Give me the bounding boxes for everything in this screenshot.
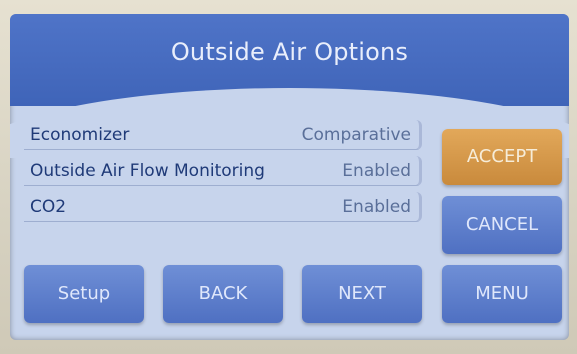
accept-button-label: ACCEPT (466, 146, 538, 167)
back-button[interactable]: BACK (163, 265, 283, 323)
touch-screen: Outside Air Options Economizer Comparati… (10, 14, 569, 340)
device-bezel: Outside Air Options Economizer Comparati… (0, 0, 577, 354)
option-value: Comparative (301, 125, 411, 145)
page-title: Outside Air Options (170, 38, 409, 66)
option-row-economizer[interactable]: Economizer Comparative (24, 120, 422, 150)
option-row-outside-air-flow-monitoring[interactable]: Outside Air Flow Monitoring Enabled (24, 156, 422, 186)
option-label: CO2 (30, 197, 67, 217)
option-label: Economizer (30, 125, 130, 145)
setup-button[interactable]: Setup (24, 265, 144, 323)
option-row-co2[interactable]: CO2 Enabled (24, 192, 422, 222)
next-button[interactable]: NEXT (302, 265, 422, 323)
setup-button-label: Setup (57, 283, 111, 304)
back-button-label: BACK (198, 283, 248, 304)
menu-button[interactable]: MENU (442, 265, 562, 323)
cancel-button[interactable]: CANCEL (442, 196, 562, 254)
option-label: Outside Air Flow Monitoring (30, 161, 265, 181)
cancel-button-label: CANCEL (465, 214, 539, 235)
menu-button-label: MENU (475, 283, 529, 304)
option-value: Enabled (342, 197, 411, 217)
option-value: Enabled (342, 161, 411, 181)
accept-button[interactable]: ACCEPT (442, 129, 562, 185)
next-button-label: NEXT (338, 283, 386, 304)
options-list: Economizer Comparative Outside Air Flow … (24, 120, 422, 228)
